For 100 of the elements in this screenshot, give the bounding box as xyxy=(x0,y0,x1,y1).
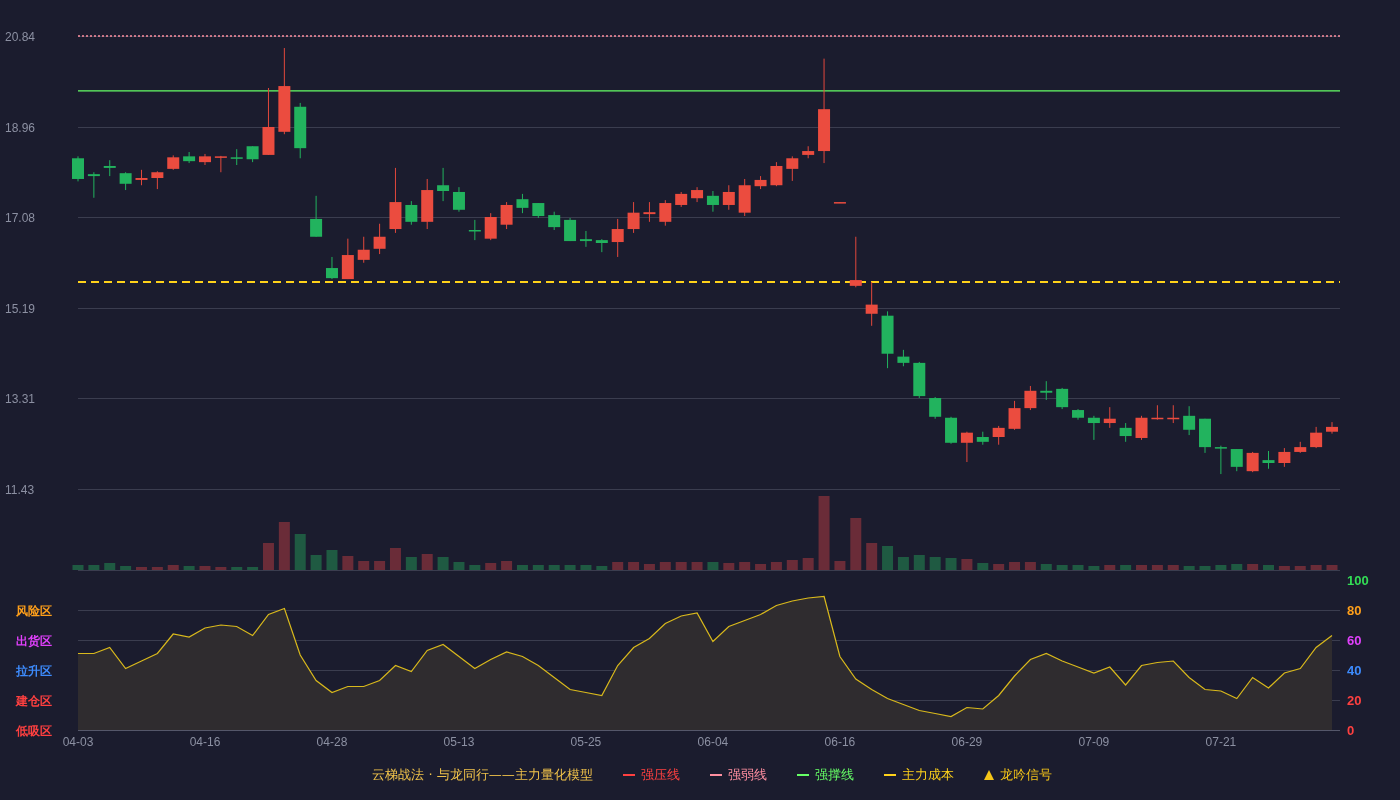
candlestick xyxy=(214,155,227,173)
volume-bar xyxy=(278,522,290,570)
candlestick xyxy=(1278,447,1291,468)
volume-bar xyxy=(136,567,147,570)
candlestick xyxy=(897,349,910,367)
candlestick xyxy=(754,175,767,190)
zone-label: 拉升区 xyxy=(16,663,52,678)
candlestick xyxy=(516,193,529,214)
candlestick xyxy=(802,145,815,159)
candlestick xyxy=(691,186,704,203)
axis-label: 15.19 xyxy=(5,301,36,316)
axis-label: 18.96 xyxy=(5,120,36,135)
zone-label: 低吸区 xyxy=(16,723,52,738)
axis-label: 04-03 xyxy=(62,735,94,749)
volume-bar xyxy=(1151,565,1163,570)
volume-bar xyxy=(1120,565,1132,570)
candlestick xyxy=(310,195,323,238)
candlestick xyxy=(1103,406,1116,429)
volume-bar xyxy=(199,566,211,570)
volume-bar xyxy=(310,555,322,570)
volume-bar xyxy=(453,562,465,570)
volume-bar xyxy=(1088,566,1100,570)
candlestick xyxy=(643,201,656,223)
volume-bar xyxy=(1326,565,1338,570)
axis-label: 11.43 xyxy=(5,482,35,496)
volume-bar xyxy=(72,565,84,570)
volume-bar xyxy=(1072,565,1084,570)
volume-bar xyxy=(1024,562,1036,570)
candlestick xyxy=(373,223,386,255)
axis-label: 17.08 xyxy=(5,210,36,225)
candlestick xyxy=(151,170,164,190)
volume-bar xyxy=(945,558,957,570)
candlestick xyxy=(119,171,132,191)
volume-bar xyxy=(834,561,846,570)
candlestick xyxy=(167,154,180,171)
candlestick xyxy=(881,310,894,369)
candlestick xyxy=(849,236,862,288)
candlestick xyxy=(564,217,577,242)
volume-bar xyxy=(421,554,433,570)
volume-bar xyxy=(405,557,417,570)
candlestick xyxy=(1056,387,1069,410)
volume-bar xyxy=(485,563,497,570)
volume-bar xyxy=(516,565,528,570)
candlestick xyxy=(72,155,84,182)
axis-label: 20 xyxy=(1347,692,1362,708)
volume-bar xyxy=(120,566,132,570)
volume-bar xyxy=(675,562,687,570)
volume-bar xyxy=(564,565,576,570)
candlestick xyxy=(405,200,418,226)
volume-bar xyxy=(167,565,179,570)
candlestick xyxy=(913,361,926,399)
volume-bar xyxy=(866,543,878,570)
volume-bar xyxy=(580,565,592,570)
volume-bar xyxy=(548,565,560,570)
candlestick xyxy=(738,178,751,217)
axis-label: 05-25 xyxy=(570,735,602,749)
volume-bar xyxy=(802,558,814,570)
candlestick xyxy=(1214,445,1227,475)
legend-label: 强压线 xyxy=(640,766,680,784)
candlestick xyxy=(230,148,243,166)
candlestick xyxy=(1246,451,1259,473)
candlestick xyxy=(294,102,307,159)
candlestick xyxy=(659,199,672,227)
volume-bar xyxy=(707,562,719,570)
volume-bar xyxy=(897,557,909,570)
volume-bar xyxy=(151,567,163,570)
candlestick xyxy=(1119,422,1132,443)
volume-bar xyxy=(1009,562,1021,570)
zone-label: 建仓区 xyxy=(16,693,52,708)
volume-bar xyxy=(755,564,767,570)
volume-bar xyxy=(231,567,243,570)
volume-bar xyxy=(1183,566,1195,570)
candlestick xyxy=(103,159,116,177)
volume-bar xyxy=(1136,565,1147,570)
volume-bar xyxy=(294,534,306,570)
candlestick xyxy=(770,161,783,187)
candlestick xyxy=(326,256,338,280)
candlestick xyxy=(1230,448,1243,472)
volume-bar xyxy=(389,548,401,570)
candlestick xyxy=(675,191,688,208)
volume-bar xyxy=(1056,565,1068,570)
candlestick xyxy=(1326,421,1338,435)
candlestick xyxy=(1072,408,1085,421)
volume-bar xyxy=(596,566,608,570)
candlestick xyxy=(992,425,1005,446)
candlestick xyxy=(1135,415,1148,441)
candlestick xyxy=(437,167,450,202)
volume-bar xyxy=(850,518,862,570)
volume-bar xyxy=(326,550,338,570)
zone-label: 风险区 xyxy=(16,603,52,618)
volume-bar xyxy=(882,546,894,570)
volume-bar xyxy=(739,562,751,570)
candlestick xyxy=(706,190,719,213)
candlestick xyxy=(611,218,624,258)
volume-bar xyxy=(374,561,386,570)
axis-label: 07-09 xyxy=(1078,735,1110,749)
volume-bar xyxy=(104,563,116,570)
volume-bar xyxy=(977,563,989,570)
volume-bar xyxy=(628,562,640,570)
zone-label: 出货区 xyxy=(16,633,52,648)
